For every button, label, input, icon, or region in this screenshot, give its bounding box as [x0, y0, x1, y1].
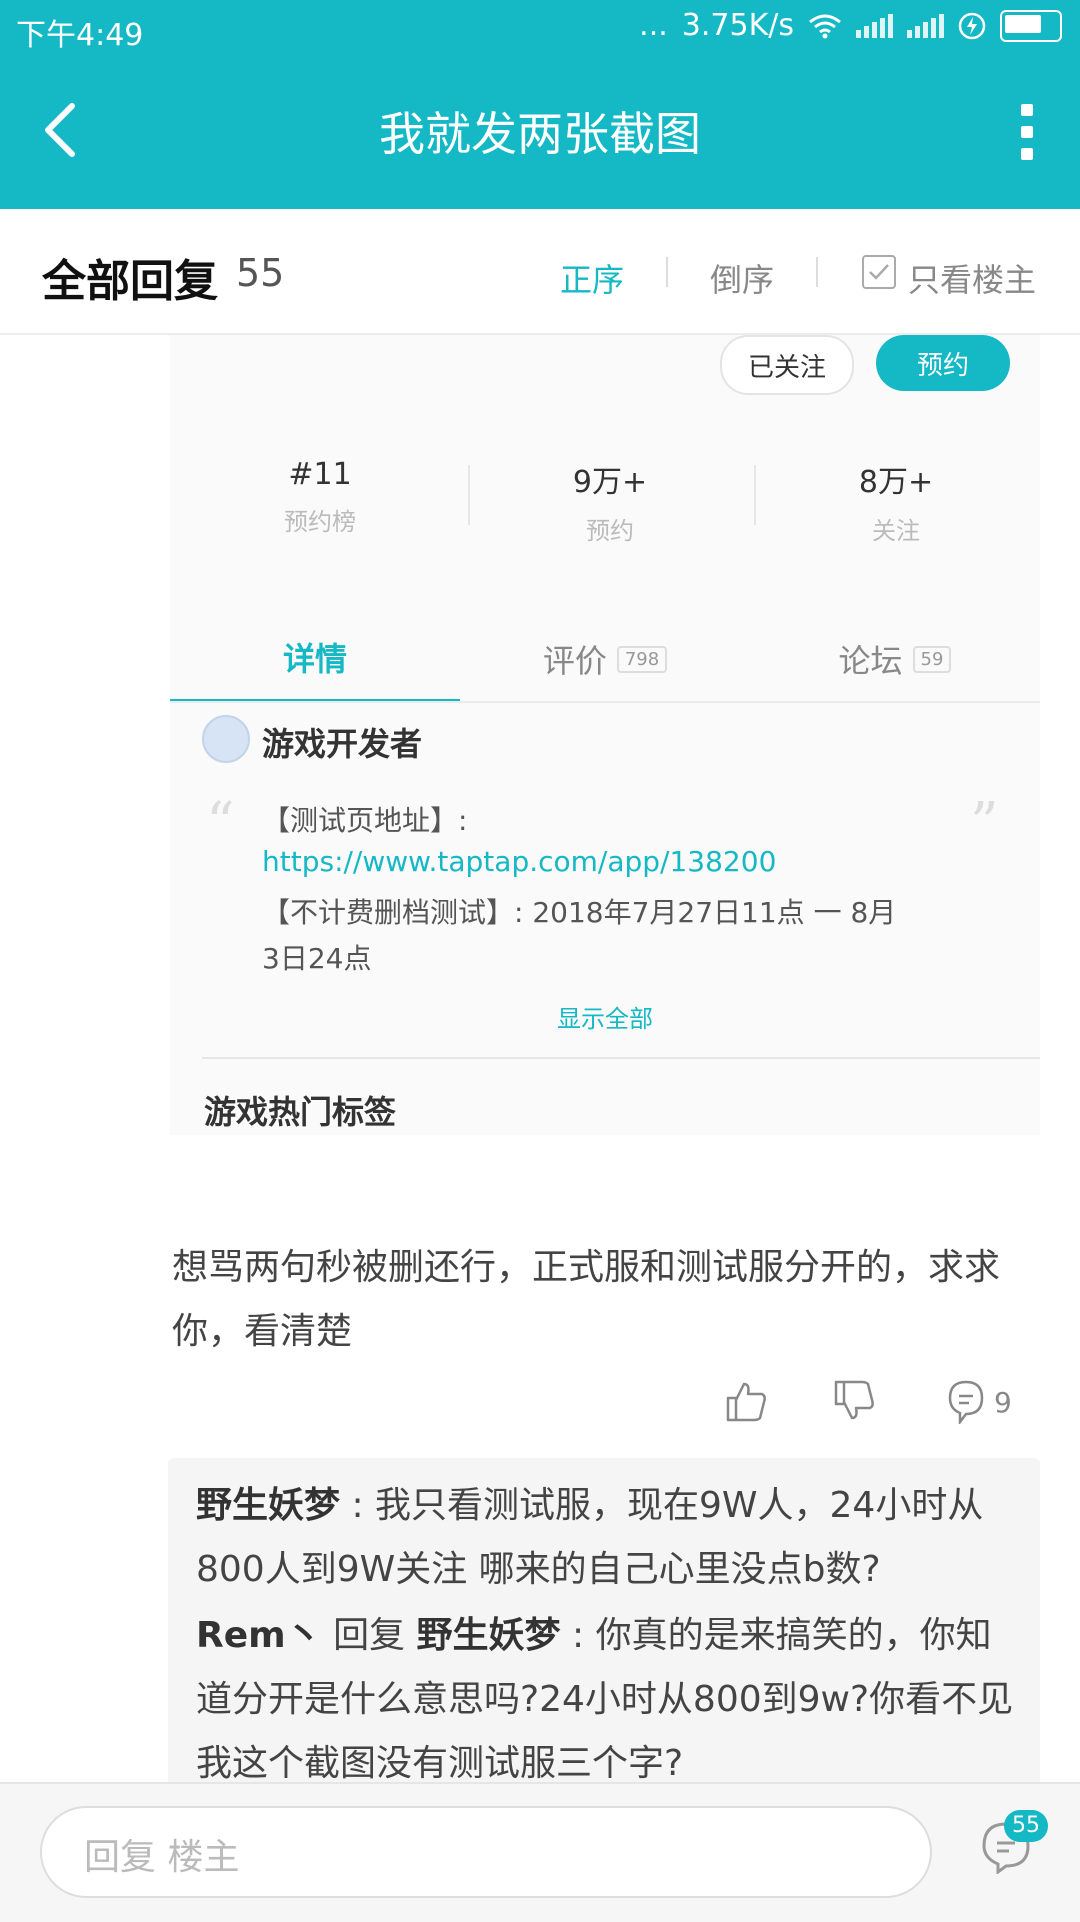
- tab-details[interactable]: 详情: [170, 615, 460, 703]
- wifi-icon: [809, 14, 841, 38]
- charging-icon: [958, 12, 986, 39]
- tab-forum[interactable]: 论坛 59: [750, 615, 1040, 703]
- comment-icon[interactable]: [946, 1378, 986, 1424]
- followed-button[interactable]: 已关注: [720, 335, 854, 395]
- stat-label: 预约: [586, 517, 634, 545]
- stat-label: 关注: [872, 517, 920, 545]
- signal-icon: [907, 13, 944, 38]
- checkbox-icon[interactable]: [862, 255, 896, 289]
- owner-only-toggle[interactable]: 只看楼主: [908, 255, 1036, 301]
- battery-icon: [1000, 9, 1062, 42]
- comment-count: 9: [994, 1386, 1012, 1419]
- test-page-link[interactable]: https://www.taptap.com/app/138200: [262, 845, 776, 878]
- stat-followers: 8万+ 关注: [796, 457, 996, 546]
- post-body: 想骂两句秒被删还行，正式服和测试服分开的，求求你，看清楚: [172, 1247, 1001, 1352]
- stat-ranking: #11 预约榜: [220, 457, 420, 537]
- reply-item[interactable]: Rem丶 回复 野生妖梦 : 你真的是来搞笑的，你知道分开是什么意思吗?24小时…: [196, 1604, 1016, 1796]
- tab-label: 评价: [542, 642, 607, 680]
- more-icon[interactable]: [1012, 104, 1042, 160]
- tab-reviews[interactable]: 评价 798: [460, 615, 750, 703]
- stat-value: 8万+: [858, 465, 934, 500]
- quote-open-icon: “: [206, 791, 235, 856]
- app-bar: 下午4:49 ... 3.75K/s 我就发两张截图: [0, 0, 1080, 209]
- page-title: 我就发两张截图: [379, 107, 701, 161]
- tab-label: 论坛: [838, 642, 903, 680]
- reply-author[interactable]: 野生妖梦: [196, 1485, 340, 1526]
- sort-bar: 全部回复 55 正序 倒序 只看楼主: [0, 209, 1080, 335]
- reply-item[interactable]: 野生妖梦 : 我只看测试服，现在9W人，24小时从800人到9W关注 哪来的自己…: [196, 1474, 1016, 1602]
- status-dots: ...: [639, 8, 668, 43]
- sort-descending[interactable]: 倒序: [710, 255, 774, 301]
- stat-value: 9万+: [572, 465, 648, 500]
- reply-author[interactable]: Rem丶: [196, 1615, 322, 1656]
- bottom-bar: 回复 楼主 55: [0, 1782, 1080, 1922]
- developer-avatar: [202, 715, 250, 763]
- comment-count-badge: 55: [1004, 1810, 1048, 1842]
- developer-heading: 游戏开发者: [262, 725, 423, 763]
- divider: [170, 701, 1040, 703]
- desc-line: 【不计费删档测试】: 2018年7月27日11点 一 8月: [262, 896, 897, 929]
- tab-count-badge: 59: [912, 645, 952, 673]
- reply-word: 回复: [321, 1615, 417, 1656]
- status-bar: 下午4:49 ... 3.75K/s: [0, 0, 1080, 58]
- reply-list: 野生妖梦 : 我只看测试服，现在9W人，24小时从800人到9W关注 哪来的自己…: [168, 1458, 1040, 1798]
- tab-count-badge: 798: [616, 645, 668, 673]
- reply-placeholder: 回复 楼主: [84, 1837, 240, 1878]
- reserve-button[interactable]: 预约: [876, 335, 1010, 391]
- show-all-link[interactable]: 显示全部: [170, 999, 1040, 1034]
- divider: [666, 257, 668, 287]
- like-icon[interactable]: [724, 1378, 770, 1424]
- signal-icon: [856, 13, 893, 38]
- reply-input[interactable]: 回复 楼主: [40, 1806, 932, 1898]
- reply-count: 55: [236, 251, 285, 295]
- desc-line: 【测试页地址】:: [262, 804, 468, 837]
- sort-ascending[interactable]: 正序: [560, 255, 624, 301]
- divider: [202, 1057, 1040, 1059]
- reply-target[interactable]: 野生妖梦: [417, 1615, 561, 1656]
- dislike-icon[interactable]: [832, 1378, 878, 1424]
- stat-value: #11: [288, 457, 352, 492]
- divider: [754, 465, 756, 525]
- desc-line: 3日24点: [262, 942, 372, 975]
- all-replies-title: 全部回复: [42, 256, 218, 307]
- stat-label: 预约榜: [284, 508, 356, 536]
- stat-reservations: 9万+ 预约: [510, 457, 710, 546]
- divider: [816, 257, 818, 287]
- tab-label: 详情: [282, 640, 347, 678]
- hot-tags-heading: 游戏热门标签: [204, 1093, 397, 1131]
- quote-close-icon: ”: [970, 791, 999, 856]
- status-time: 下午4:49: [16, 18, 144, 53]
- divider: [468, 465, 470, 525]
- network-speed: 3.75K/s: [681, 8, 794, 43]
- game-card-screenshot: 已关注 预约 #11 预约榜 9万+ 预约 8万+ 关注 详情 评价 798 论…: [170, 335, 1040, 1135]
